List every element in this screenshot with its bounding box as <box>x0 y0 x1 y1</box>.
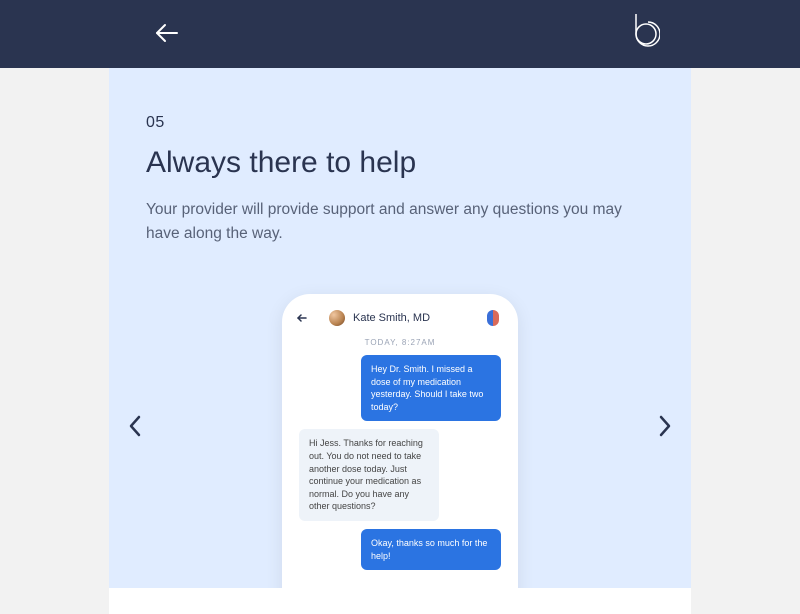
chat-message-in: Hi Jess. Thanks for reaching out. You do… <box>299 429 439 521</box>
slide-description: Your provider will provide support and a… <box>146 198 654 246</box>
chat-message-out: Hey Dr. Smith. I missed a dose of my med… <box>361 355 501 421</box>
provider-name: Kate Smith, MD <box>353 312 430 324</box>
onboarding-slide: 05 Always there to help Your provider wi… <box>109 68 691 614</box>
chat-header: Kate Smith, MD <box>293 308 507 334</box>
app-badge-icon <box>487 310 499 326</box>
chat-timestamp: TODAY, 8:27AM <box>293 338 507 347</box>
slide-title: Always there to help <box>146 146 691 180</box>
app-header <box>0 0 800 68</box>
carousel-prev-button[interactable] <box>128 415 142 443</box>
slide-number: 05 <box>146 114 691 132</box>
back-arrow-icon[interactable] <box>155 23 179 48</box>
carousel-next-button[interactable] <box>658 415 672 443</box>
brand-logo-icon <box>624 12 660 61</box>
phone-mockup: Kate Smith, MD TODAY, 8:27AM Hey Dr. Smi… <box>282 294 518 614</box>
provider-avatar <box>329 310 345 326</box>
card-footer <box>109 588 691 614</box>
chat-back-icon[interactable] <box>297 310 307 326</box>
chat-message-out: Okay, thanks so much for the help! <box>361 529 501 570</box>
